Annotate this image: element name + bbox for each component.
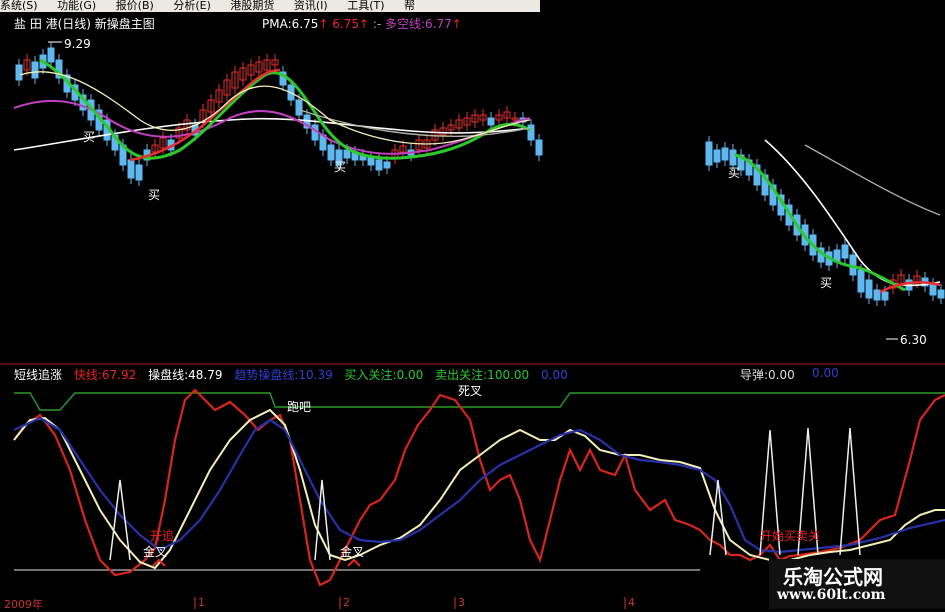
annot-gold-cross-1: 金叉 [143, 545, 168, 559]
ind-op: 操盘线:48.79 [148, 368, 223, 382]
candle-l-46 [383, 161, 391, 169]
indicator-header: 短线追涨 快线:67.92 操盘线:48.79 趋势操盘线:10.39 买入关注… [14, 366, 576, 383]
candle-r-29 [937, 289, 945, 299]
spike-signals [109, 427, 861, 561]
date-2009: 2009年 [4, 598, 43, 611]
annot-hot: 开追 [150, 529, 175, 543]
annot-gold-cross-2: 金叉 [340, 545, 365, 559]
candle-r-3 [729, 149, 737, 166]
ma-right-gray [804, 144, 941, 216]
candle-l-4 [47, 47, 55, 63]
candle-r-22 [881, 291, 889, 301]
candle-l-15 [135, 164, 143, 181]
candle-l-59 [487, 117, 495, 126]
annot-dead-cross: 死叉 [458, 384, 483, 398]
watermark-title: 乐淘公式网 [783, 565, 883, 589]
ind-fast: 快线:67.92 [73, 368, 137, 382]
buy-mark-4: 买 [728, 166, 741, 180]
candle-r-28 [929, 283, 937, 296]
ind-zero: 0.00 [541, 368, 568, 382]
candle-l-65 [535, 139, 543, 156]
ind-name: 短线追涨 [14, 368, 63, 382]
candle-r-20 [865, 279, 873, 299]
ind-rebound: 导弹:0.00 [740, 368, 795, 382]
candle-l-45 [375, 159, 383, 171]
watermark-url: www.60lt.com [777, 587, 886, 603]
price-low-label: 6.30 [900, 333, 927, 347]
candle-r-0 [705, 141, 713, 166]
candle-r-21 [873, 289, 881, 301]
buy-mark-3: 买 [334, 160, 347, 174]
candle-r-19 [857, 269, 865, 293]
candle-r-2 [721, 147, 729, 161]
annot-xuanjue: 开始买卖关 [760, 529, 821, 543]
ind-rebound-val: 0.00 [812, 366, 839, 380]
date-2: 2 [343, 596, 350, 609]
ind-buy-focus: 买入关注:0.00 [344, 368, 424, 382]
date-1: 1 [198, 596, 205, 609]
candle-l-35 [295, 99, 303, 116]
candle-r-1 [713, 149, 721, 163]
chart-canvas [0, 41, 945, 609]
ind-trend: 趋势操盘线:10.39 [234, 368, 333, 382]
buy-mark-5: 买 [820, 276, 833, 290]
candle-l-14 [127, 159, 135, 179]
ind-sell-focus: 卖出关注:100.00 [435, 368, 530, 382]
buy-mark-1: 买 [83, 130, 96, 144]
date-axis: 2009年 1 2 3 4 [0, 596, 700, 611]
site-watermark: 乐淘公式网 www.60lt.com [769, 559, 945, 609]
candle-l-44 [367, 157, 375, 166]
candle-r-17 [841, 244, 849, 259]
date-4: 4 [628, 596, 635, 609]
candle-l-0 [15, 64, 23, 81]
date-3: 3 [458, 596, 465, 609]
price-high-label: 9.29 [64, 37, 91, 51]
buy-mark-2: 买 [148, 188, 161, 202]
candle-l-41 [343, 149, 351, 159]
candle-l-64 [527, 124, 535, 141]
candle-l-2 [31, 61, 39, 79]
annot-run: 跑吧 [287, 400, 312, 414]
